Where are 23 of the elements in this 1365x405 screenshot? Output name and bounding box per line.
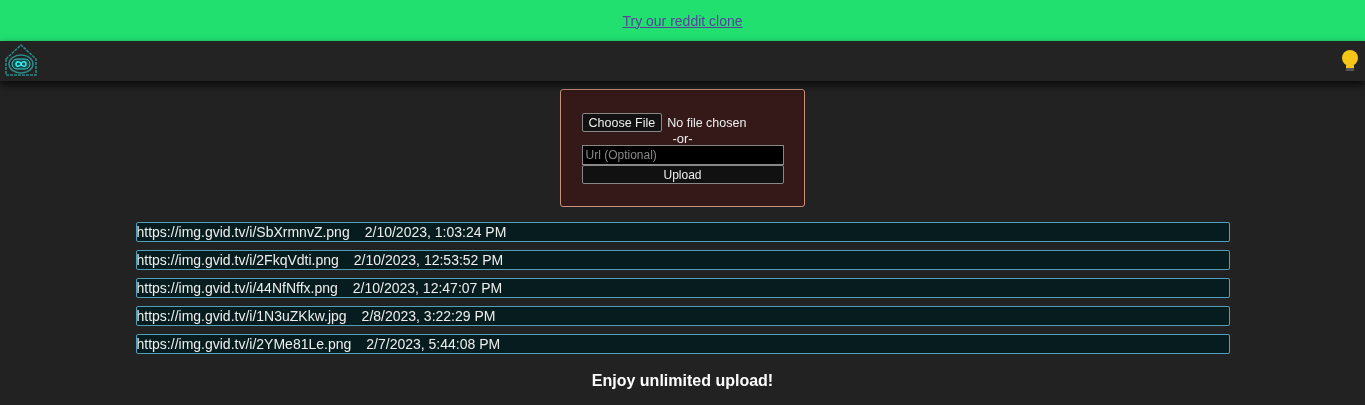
upload-date: 2/10/2023, 1:03:24 PM [364, 224, 507, 240]
upload-url: https://img.gvid.tv/i/2FkqVdti.png [136, 252, 339, 268]
upload-button[interactable]: Upload [581, 165, 784, 184]
lightbulb-icon[interactable] [1341, 50, 1359, 72]
file-status-text: No file chosen [667, 115, 747, 130]
upload-date: 2/10/2023, 12:53:52 PM [353, 252, 504, 268]
upload-row[interactable]: https://img.gvid.tv/i/1N3uZKkw.jpg 2/8/2023, 3:22:29 PM [135, 306, 1230, 326]
footer-text: Enjoy unlimited upload! [591, 372, 774, 390]
upload-row[interactable]: https://img.gvid.tv/i/SbXrmnvZ.png 2/10/2023, 1:03:24 PM [135, 222, 1230, 242]
upload-url: https://img.gvid.tv/i/2YMe81Le.png [136, 336, 352, 352]
upload-row[interactable]: https://img.gvid.tv/i/2YMe81Le.png 2/7/2023, 5:44:08 PM [135, 334, 1230, 354]
reddit-clone-link[interactable]: Try our reddit clone [622, 12, 743, 29]
upload-row[interactable]: https://img.gvid.tv/i/44NfNffx.png 2/10/2023, 12:47:07 PM [135, 278, 1230, 298]
upload-url: https://img.gvid.tv/i/44NfNffx.png [136, 280, 338, 296]
upload-date: 2/7/2023, 5:44:08 PM [366, 336, 501, 352]
upload-date: 2/8/2023, 3:22:29 PM [361, 308, 496, 324]
separator-text: -or- [672, 132, 693, 145]
choose-file-button[interactable]: Choose File [581, 113, 663, 132]
upload-url: https://img.gvid.tv/i/SbXrmnvZ.png [136, 224, 350, 240]
upload-url: https://img.gvid.tv/i/1N3uZKkw.jpg [136, 308, 347, 324]
upload-row[interactable]: https://img.gvid.tv/i/2FkqVdti.png 2/10/2023, 12:53:52 PM [135, 250, 1230, 270]
url-input-field[interactable]: Url (Optional) [581, 145, 784, 165]
upload-date: 2/10/2023, 12:47:07 PM [352, 280, 503, 296]
